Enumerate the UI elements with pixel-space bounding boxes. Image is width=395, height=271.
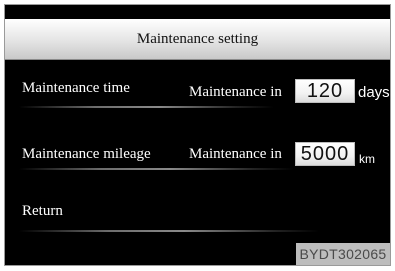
screen-title: Maintenance setting	[136, 30, 259, 47]
top-band	[5, 5, 390, 19]
maintenance-time-item[interactable]: Maintenance time	[22, 80, 130, 97]
maintenance-mileage-prefix: Maintenance in	[189, 146, 282, 162]
maintenance-time-prefix: Maintenance in	[189, 84, 282, 100]
km-unit: km	[359, 152, 375, 166]
maintenance-setting-screen: Maintenance setting Maintenance time Mai…	[4, 4, 391, 266]
maintenance-days-value[interactable]: 120	[295, 79, 355, 103]
days-unit: days	[358, 84, 390, 101]
figure-code-label: BYDT302065	[296, 243, 390, 265]
maintenance-km-value[interactable]: 5000	[295, 142, 355, 166]
return-item[interactable]: Return	[22, 203, 63, 220]
row-divider	[19, 106, 274, 108]
maintenance-mileage-item[interactable]: Maintenance mileage	[22, 146, 151, 163]
row-divider	[19, 230, 319, 232]
title-bar: Maintenance setting	[5, 19, 390, 60]
row-divider	[19, 168, 294, 170]
